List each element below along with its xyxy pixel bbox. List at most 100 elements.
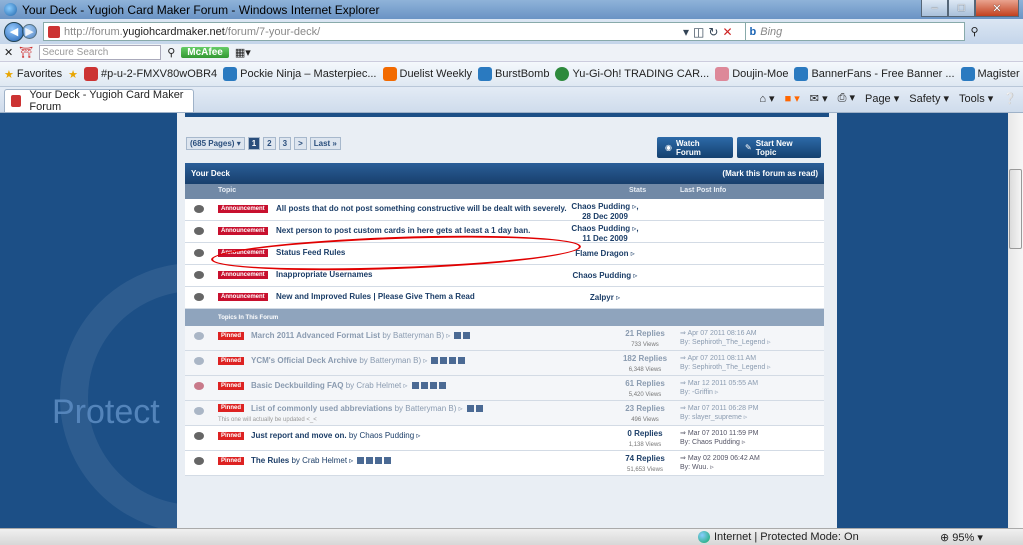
vertical-scrollbar[interactable] bbox=[1008, 113, 1023, 528]
topic-title-link[interactable]: Next person to post custom cards in here… bbox=[276, 226, 530, 235]
favorite-item[interactable]: Magister Negi Magi Galer... bbox=[960, 67, 1023, 81]
topic-title-link[interactable]: YCM's Official Deck Archive bbox=[251, 356, 357, 365]
back-button[interactable]: ◀ bbox=[4, 21, 24, 42]
stop-icon[interactable]: ✕ bbox=[722, 25, 732, 39]
command-bar: ⌂ ▾ ■ ▾ ✉ ▾ ⎙ ▾ Page ▾ Safety ▾ Tools ▾ … bbox=[759, 91, 1017, 105]
secure-search-input[interactable]: Secure Search bbox=[39, 45, 162, 60]
topic-title-link[interactable]: March 2011 Advanced Format List bbox=[251, 331, 380, 340]
column-header: Topic Stats Last Post Info bbox=[185, 184, 824, 199]
topic-title-link[interactable]: Inappropriate Usernames bbox=[276, 270, 372, 279]
new-topic-icon: ✎ bbox=[745, 143, 752, 152]
search-icon[interactable]: ⚲ bbox=[971, 25, 979, 38]
watch-forum-button[interactable]: ◉ Watch Forum bbox=[657, 137, 733, 158]
page-count[interactable]: (685 Pages) ▾ bbox=[186, 137, 245, 150]
topic-status-icon bbox=[194, 249, 204, 257]
forum-header: Your Deck (Mark this forum as read) bbox=[185, 163, 824, 184]
announcement-row[interactable]: Announcement New and Improved Rules | Pl… bbox=[185, 287, 824, 309]
favorite-item[interactable]: Duelist Weekly bbox=[382, 67, 472, 81]
next-page-link[interactable]: > bbox=[294, 137, 307, 150]
announcement-tag: Announcement bbox=[218, 205, 268, 213]
pinned-topic-row[interactable]: Pinned March 2011 Advanced Format List b… bbox=[185, 326, 824, 351]
topic-title-link[interactable]: New and Improved Rules | Please Give The… bbox=[276, 292, 475, 301]
title-bar: Your Deck - Yugioh Card Maker Forum - Wi… bbox=[0, 0, 1023, 19]
address-input[interactable]: http://forum. yugiohcardmaker.net/forum/7… bbox=[43, 22, 763, 41]
security-zone[interactable]: Internet | Protected Mode: On bbox=[698, 531, 859, 543]
favorite-item[interactable]: Pockie Ninja – Masterpiec... bbox=[223, 67, 377, 81]
tab-your-deck[interactable]: Your Deck - Yugioh Card Maker Forum bbox=[4, 89, 194, 113]
topic-title-link[interactable]: All posts that do not post something con… bbox=[276, 204, 567, 213]
page-link[interactable]: 3 bbox=[278, 137, 292, 150]
bing-icon: b bbox=[749, 25, 757, 38]
topic-status-icon bbox=[194, 407, 204, 415]
topic-pages[interactable] bbox=[454, 332, 471, 340]
page-menu[interactable]: Page ▾ bbox=[865, 92, 899, 105]
refresh-icon[interactable]: ↻ bbox=[708, 25, 718, 39]
compat-view-icon[interactable]: ◫ bbox=[693, 25, 704, 39]
scrollbar-thumb[interactable] bbox=[1009, 169, 1022, 249]
home-icon[interactable]: ⌂ ▾ bbox=[759, 92, 774, 105]
zoom-control[interactable]: ⊕ 95% ▾ bbox=[940, 531, 983, 544]
author-link[interactable]: Chaos Pudding bbox=[573, 271, 632, 280]
minimize-button[interactable]: – bbox=[921, 0, 948, 17]
forum-subheader: Topics In This Forum bbox=[185, 309, 824, 326]
topic-title-link[interactable]: List of commonly used abbreviations bbox=[251, 404, 392, 413]
close-button[interactable]: ✕ bbox=[975, 0, 1019, 17]
author-link[interactable]: Chaos Pudding bbox=[571, 224, 630, 233]
page-viewport: Protect (685 Pages) ▾ 1 2 3 > Last » ◉ Wa… bbox=[0, 113, 1008, 528]
search-input[interactable]: b Bing bbox=[744, 22, 965, 41]
topic-pages[interactable] bbox=[411, 382, 446, 390]
mcafee-button[interactable]: McAfee bbox=[181, 47, 229, 58]
topic-pages[interactable] bbox=[357, 457, 392, 465]
topic-pages[interactable] bbox=[431, 357, 466, 365]
topic-status-icon bbox=[194, 357, 204, 365]
favorite-item[interactable]: BannerFans - Free Banner ... bbox=[794, 67, 955, 81]
forward-button[interactable]: ▶ bbox=[22, 24, 37, 39]
topic-title-link[interactable]: The Rules bbox=[251, 456, 289, 465]
topic-status-icon bbox=[194, 271, 204, 279]
close-toolbar-icon[interactable]: ✕ bbox=[4, 46, 13, 59]
pinned-topic-row[interactable]: Pinned List of commonly used abbreviatio… bbox=[185, 401, 824, 426]
pinned-topic-row[interactable]: Pinned Just report and move on. by Chaos… bbox=[185, 426, 824, 451]
pinned-topic-row[interactable]: Pinned Basic Deckbuilding FAQ by Crab He… bbox=[185, 376, 824, 401]
favorite-item[interactable]: Yu-Gi-Oh! TRADING CAR... bbox=[555, 67, 709, 81]
author-link[interactable]: Flame Dragon bbox=[575, 249, 628, 258]
page-link[interactable]: 1 bbox=[247, 137, 261, 150]
pinned-topic-row[interactable]: Pinned YCM's Official Deck Archive by Ba… bbox=[185, 351, 824, 376]
rss-icon[interactable]: ■ ▾ bbox=[785, 92, 800, 105]
announcement-row[interactable]: Announcement All posts that do not post … bbox=[185, 199, 824, 221]
topic-title-link[interactable]: Basic Deckbuilding FAQ bbox=[251, 381, 343, 390]
favorites-button[interactable]: ★ Favorites bbox=[4, 68, 62, 81]
tools-menu[interactable]: Tools ▾ bbox=[959, 92, 993, 105]
announcement-tag: Announcement bbox=[218, 271, 268, 279]
author-link[interactable]: Chaos Pudding bbox=[571, 202, 630, 211]
last-page-link[interactable]: Last » bbox=[309, 137, 341, 150]
page-link[interactable]: 2 bbox=[263, 137, 276, 150]
pagination-bar: (685 Pages) ▾ 1 2 3 > Last » ◉ Watch Foru… bbox=[177, 117, 837, 161]
favorite-item[interactable]: BurstBomb bbox=[478, 67, 549, 81]
shield-icon: ⛩ bbox=[19, 47, 34, 59]
add-favorite-icon[interactable]: ★ bbox=[68, 68, 78, 81]
search-icon[interactable]: ⚲ bbox=[167, 46, 175, 59]
maximize-button[interactable]: □ bbox=[948, 0, 975, 17]
pinned-tag: Pinned bbox=[218, 382, 245, 390]
favorite-item[interactable]: #p-u-2-FMXV80wOBR4 bbox=[84, 67, 217, 81]
mark-read-link[interactable]: (Mark this forum as read) bbox=[722, 169, 818, 178]
topic-pages[interactable] bbox=[466, 405, 483, 413]
start-new-topic-button[interactable]: ✎ Start New Topic bbox=[737, 137, 821, 158]
window-title: Your Deck - Yugioh Card Maker Forum - Wi… bbox=[22, 2, 380, 17]
safety-menu[interactable]: Safety ▾ bbox=[909, 92, 949, 105]
dropdown-icon[interactable]: ▾ bbox=[683, 25, 689, 39]
siteadvisor-icon[interactable]: ▦▾ bbox=[235, 46, 251, 59]
security-toolbar: ✕ ⛩ Secure Search ⚲ McAfee ▦▾ bbox=[0, 44, 1023, 62]
mail-icon[interactable]: ✉ ▾ bbox=[810, 92, 828, 105]
author-link[interactable]: Zalpyr bbox=[590, 293, 614, 302]
pinned-topic-row[interactable]: Pinned The Rules by Crab Helmet ▹ 74 Rep… bbox=[185, 451, 824, 476]
site-favicon-icon bbox=[11, 95, 22, 107]
topic-status-icon bbox=[194, 332, 204, 340]
topic-status-icon bbox=[194, 205, 204, 213]
favorite-item[interactable]: Doujin-Moe bbox=[715, 67, 788, 81]
topic-title-link[interactable]: Just report and move on. bbox=[251, 431, 347, 440]
print-icon[interactable]: ⎙ ▾ bbox=[838, 91, 855, 105]
announcement-tag: Announcement bbox=[218, 227, 268, 235]
help-icon[interactable]: ❔ bbox=[1003, 92, 1017, 105]
